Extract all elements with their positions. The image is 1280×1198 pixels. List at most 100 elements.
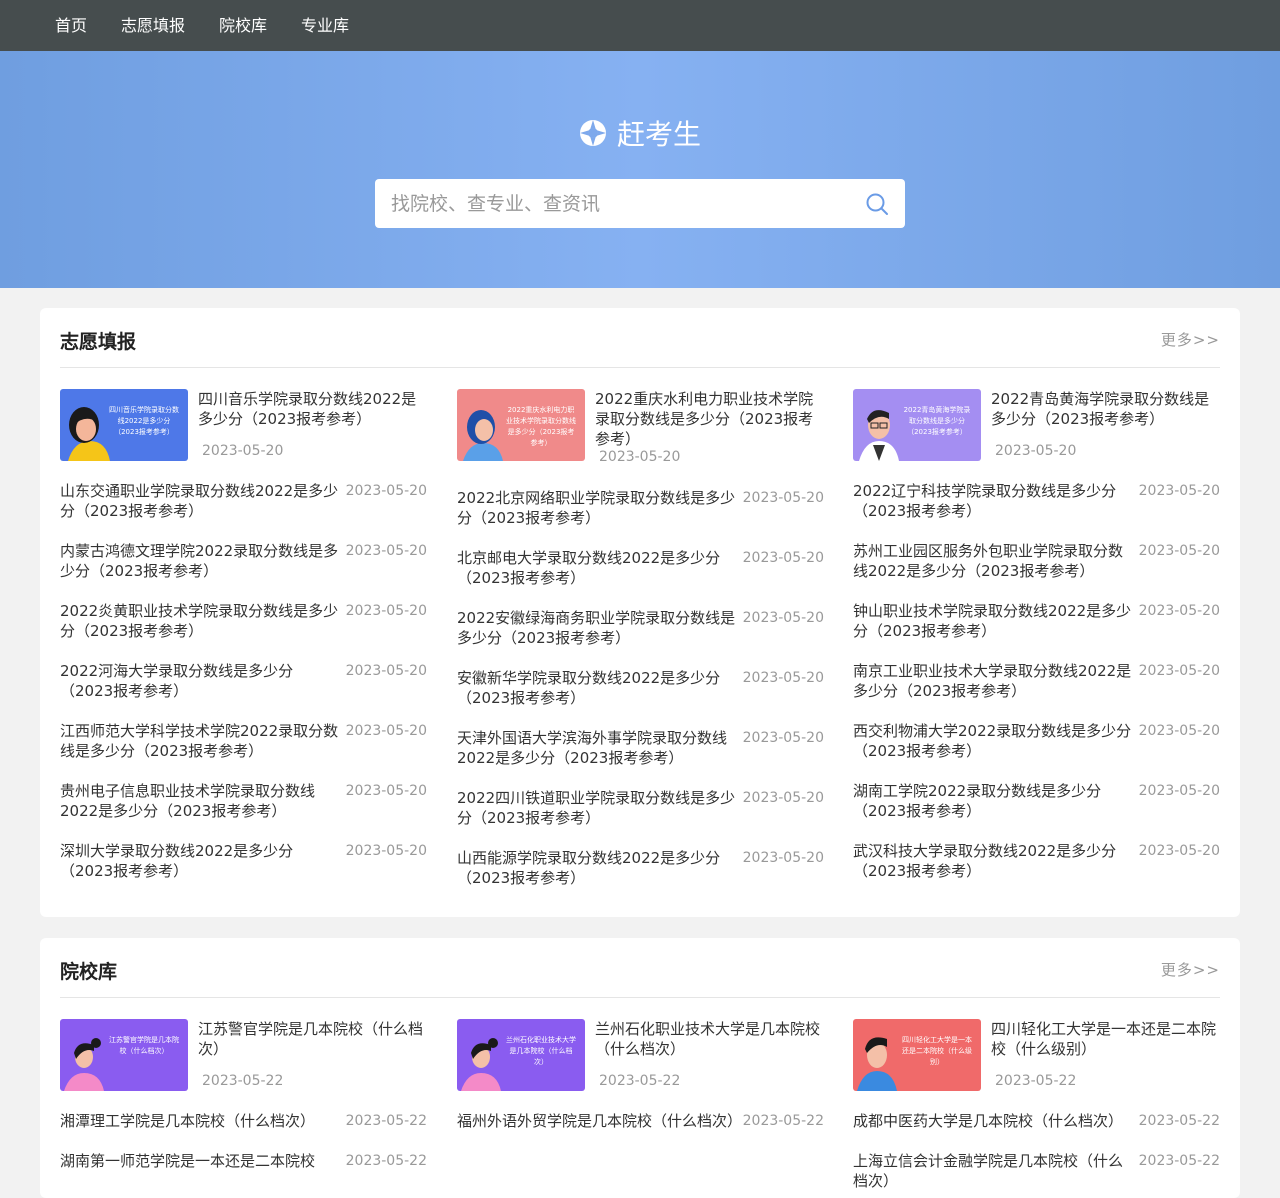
list-item-title[interactable]: 武汉科技大学录取分数线2022是多少分（2023报考参考） bbox=[853, 841, 1133, 881]
list-item[interactable]: 安徽新华学院录取分数线2022是多少分（2023报考参考） 2023-05-20 bbox=[457, 668, 824, 708]
list-item-title[interactable]: 2022辽宁科技学院录取分数线是多少分（2023报考参考） bbox=[853, 481, 1133, 521]
list-item[interactable]: 2022炎黄职业技术学院录取分数线是多少分（2023报考参考） 2023-05-2… bbox=[60, 601, 427, 641]
article-title[interactable]: 江苏警官学院是几本院校（什么档次） bbox=[198, 1019, 427, 1059]
list-item[interactable]: 西交利物浦大学2022录取分数线是多少分（2023报考参考） 2023-05-20 bbox=[853, 721, 1220, 761]
list-item[interactable]: 2022四川铁道职业学院录取分数线是多少分（2023报考参考） 2023-05-2… bbox=[457, 788, 824, 828]
list-item-date: 2023-05-20 bbox=[1138, 843, 1220, 859]
article-thumbnail[interactable]: 江苏警官学院是几本院校（什么档次） bbox=[60, 1019, 188, 1091]
list-item[interactable]: 武汉科技大学录取分数线2022是多少分（2023报考参考） 2023-05-20 bbox=[853, 841, 1220, 881]
list-item-title[interactable]: 深圳大学录取分数线2022是多少分（2023报考参考） bbox=[60, 841, 340, 881]
article-thumbnail[interactable]: 四川轻化工大学是一本还是二本院校（什么级别） bbox=[853, 1019, 981, 1091]
list-item[interactable]: 2022辽宁科技学院录取分数线是多少分（2023报考参考） 2023-05-20 bbox=[853, 481, 1220, 521]
featured-article[interactable]: 四川音乐学院录取分数线2022是多少分（2023报考参考） 四川音乐学院录取分数… bbox=[60, 389, 427, 461]
list-item-title[interactable]: 安徽新华学院录取分数线2022是多少分（2023报考参考） bbox=[457, 668, 737, 708]
featured-article[interactable]: 四川轻化工大学是一本还是二本院校（什么级别） 四川轻化工大学是一本还是二本院校（… bbox=[853, 1019, 1220, 1091]
list-item[interactable]: 山东交通职业学院录取分数线2022是多少分（2023报考参考） 2023-05-2… bbox=[60, 481, 427, 521]
featured-article[interactable]: 2022青岛黄海学院录取分数线是多少分（2023报考参考） 2022青岛黄海学院… bbox=[853, 389, 1220, 461]
list-item[interactable]: 2022安徽绿海商务职业学院录取分数线是多少分（2023报考参考） 2023-05… bbox=[457, 608, 824, 648]
list-item-title[interactable]: 2022四川铁道职业学院录取分数线是多少分（2023报考参考） bbox=[457, 788, 737, 828]
list-item[interactable]: 上海立信会计金融学院是几本院校（什么档次） 2023-05-22 bbox=[853, 1151, 1220, 1191]
list-item-title[interactable]: 山西能源学院录取分数线2022是多少分（2023报考参考） bbox=[457, 848, 737, 888]
list-item[interactable]: 2022河海大学录取分数线是多少分（2023报考参考） 2023-05-20 bbox=[60, 661, 427, 701]
list-item-date: 2023-05-22 bbox=[742, 1113, 824, 1129]
list-item[interactable]: 山西能源学院录取分数线2022是多少分（2023报考参考） 2023-05-20 bbox=[457, 848, 824, 888]
list-item-title[interactable]: 湘潭理工学院是几本院校（什么档次） bbox=[60, 1111, 340, 1131]
list-item-title[interactable]: 湖南第一师范学院是一本还是二本院校 bbox=[60, 1151, 340, 1171]
list-item-title[interactable]: 天津外国语大学滨海外事学院录取分数线2022是多少分（2023报考参考） bbox=[457, 728, 737, 768]
list-item-title[interactable]: 山东交通职业学院录取分数线2022是多少分（2023报考参考） bbox=[60, 481, 340, 521]
list-item-title[interactable]: 湖南工学院2022录取分数线是多少分（2023报考参考） bbox=[853, 781, 1133, 821]
list-item[interactable]: 钟山职业技术学院录取分数线2022是多少分（2023报考参考） 2023-05-2… bbox=[853, 601, 1220, 641]
featured-article[interactable]: 2022重庆水利电力职业技术学院录取分数线是多少分（2023报考参考） 2022… bbox=[457, 389, 824, 465]
list-item-title[interactable]: 2022安徽绿海商务职业学院录取分数线是多少分（2023报考参考） bbox=[457, 608, 737, 648]
article-title[interactable]: 2022青岛黄海学院录取分数线是多少分（2023报考参考） bbox=[991, 389, 1220, 429]
featured-article[interactable]: 兰州石化职业技术大学是几本院校（什么档次） 兰州石化职业技术大学是几本院校（什么… bbox=[457, 1019, 824, 1091]
list-item[interactable]: 湖南工学院2022录取分数线是多少分（2023报考参考） 2023-05-20 bbox=[853, 781, 1220, 821]
article-thumbnail[interactable]: 四川音乐学院录取分数线2022是多少分（2023报考参考） bbox=[60, 389, 188, 461]
list-item-date: 2023-05-20 bbox=[345, 543, 427, 559]
list-item-title[interactable]: 上海立信会计金融学院是几本院校（什么档次） bbox=[853, 1151, 1133, 1191]
article-title[interactable]: 四川音乐学院录取分数线2022是多少分（2023报考参考） bbox=[198, 389, 427, 429]
list-item[interactable]: 2022北京网络职业学院录取分数线是多少分（2023报考参考） 2023-05-2… bbox=[457, 488, 824, 528]
article-date: 2023-05-20 bbox=[202, 443, 284, 459]
list-item[interactable]: 深圳大学录取分数线2022是多少分（2023报考参考） 2023-05-20 bbox=[60, 841, 427, 881]
list-item-date: 2023-05-20 bbox=[742, 730, 824, 746]
article-thumbnail[interactable]: 2022重庆水利电力职业技术学院录取分数线是多少分（2023报考参考） bbox=[457, 389, 585, 461]
list-item-date: 2023-05-20 bbox=[345, 483, 427, 499]
list-item-date: 2023-05-20 bbox=[742, 550, 824, 566]
list-item-title[interactable]: 内蒙古鸿德文理学院2022录取分数线是多少分（2023报考参考） bbox=[60, 541, 340, 581]
list-item-title[interactable]: 成都中医药大学是几本院校（什么档次） bbox=[853, 1111, 1133, 1131]
list-item-date: 2023-05-20 bbox=[1138, 723, 1220, 739]
list-item-date: 2023-05-20 bbox=[742, 790, 824, 806]
featured-article[interactable]: 江苏警官学院是几本院校（什么档次） 江苏警官学院是几本院校（什么档次） 2023… bbox=[60, 1019, 427, 1091]
article-title[interactable]: 四川轻化工大学是一本还是二本院校（什么级别） bbox=[991, 1019, 1220, 1059]
list-item[interactable]: 北京邮电大学录取分数线2022是多少分（2023报考参考） 2023-05-20 bbox=[457, 548, 824, 588]
list-item[interactable]: 南京工业职业技术大学录取分数线2022是多少分（2023报考参考） 2023-05… bbox=[853, 661, 1220, 701]
list-item-title[interactable]: 苏州工业园区服务外包职业学院录取分数线2022是多少分（2023报考参考） bbox=[853, 541, 1133, 581]
section-header: 志愿填报 更多>> bbox=[60, 308, 1220, 368]
list-item[interactable]: 江西师范大学科学技术学院2022录取分数线是多少分（2023报考参考） 2023-… bbox=[60, 721, 427, 761]
list-item[interactable]: 贵州电子信息职业技术学院录取分数线2022是多少分（2023报考参考） 2023-… bbox=[60, 781, 427, 821]
list-item[interactable]: 福州外语外贸学院是几本院校（什么档次） 2023-05-22 bbox=[457, 1111, 824, 1131]
list-item[interactable]: 内蒙古鸿德文理学院2022录取分数线是多少分（2023报考参考） 2023-05-… bbox=[60, 541, 427, 581]
list-item-date: 2023-05-20 bbox=[742, 670, 824, 686]
thumbnail-caption: 兰州石化职业技术大学是几本院校（什么档次） bbox=[506, 1036, 576, 1066]
list-item-title[interactable]: 南京工业职业技术大学录取分数线2022是多少分（2023报考参考） bbox=[853, 661, 1133, 701]
list-item[interactable]: 湘潭理工学院是几本院校（什么档次） 2023-05-22 bbox=[60, 1111, 427, 1131]
nav-home[interactable]: 首页 bbox=[38, 0, 104, 51]
article-title[interactable]: 2022重庆水利电力职业技术学院录取分数线是多少分（2023报考参考） bbox=[595, 389, 824, 449]
list-item-title[interactable]: 江西师范大学科学技术学院2022录取分数线是多少分（2023报考参考） bbox=[60, 721, 340, 761]
list-item-title[interactable]: 西交利物浦大学2022录取分数线是多少分（2023报考参考） bbox=[853, 721, 1133, 761]
article-date: 2023-05-20 bbox=[995, 443, 1077, 459]
brand[interactable]: 赶考生 bbox=[0, 113, 1280, 153]
list-item-date: 2023-05-20 bbox=[1138, 603, 1220, 619]
list-item[interactable]: 苏州工业园区服务外包职业学院录取分数线2022是多少分（2023报考参考） 202… bbox=[853, 541, 1220, 581]
list-item-title[interactable]: 北京邮电大学录取分数线2022是多少分（2023报考参考） bbox=[457, 548, 737, 588]
list-item-date: 2023-05-22 bbox=[345, 1113, 427, 1129]
article-date: 2023-05-20 bbox=[599, 449, 681, 465]
list-item-title[interactable]: 福州外语外贸学院是几本院校（什么档次） bbox=[457, 1111, 742, 1131]
list-item-title[interactable]: 钟山职业技术学院录取分数线2022是多少分（2023报考参考） bbox=[853, 601, 1133, 641]
search-icon[interactable] bbox=[865, 192, 889, 216]
list-item-title[interactable]: 2022北京网络职业学院录取分数线是多少分（2023报考参考） bbox=[457, 488, 737, 528]
list-item[interactable]: 成都中医药大学是几本院校（什么档次） 2023-05-22 bbox=[853, 1111, 1220, 1131]
article-date: 2023-05-22 bbox=[202, 1073, 284, 1089]
more-link[interactable]: 更多>> bbox=[1161, 955, 1220, 980]
search-input[interactable] bbox=[391, 192, 865, 215]
list-item[interactable]: 天津外国语大学滨海外事学院录取分数线2022是多少分（2023报考参考） 2023… bbox=[457, 728, 824, 768]
compass-logo-icon bbox=[579, 120, 606, 146]
list-item-title[interactable]: 2022炎黄职业技术学院录取分数线是多少分（2023报考参考） bbox=[60, 601, 340, 641]
nav-volunteer[interactable]: 志愿填报 bbox=[104, 0, 202, 51]
hero-banner: 赶考生 bbox=[0, 51, 1280, 288]
list-item-title[interactable]: 2022河海大学录取分数线是多少分（2023报考参考） bbox=[60, 661, 340, 701]
list-item-title[interactable]: 贵州电子信息职业技术学院录取分数线2022是多少分（2023报考参考） bbox=[60, 781, 340, 821]
list-item-date: 2023-05-20 bbox=[345, 783, 427, 799]
brand-name: 赶考生 bbox=[616, 118, 701, 151]
article-thumbnail[interactable]: 兰州石化职业技术大学是几本院校（什么档次） bbox=[457, 1019, 585, 1091]
more-link[interactable]: 更多>> bbox=[1161, 325, 1220, 350]
nav-majors[interactable]: 专业库 bbox=[284, 0, 366, 51]
article-title[interactable]: 兰州石化职业技术大学是几本院校（什么档次） bbox=[595, 1019, 824, 1059]
list-item[interactable]: 湖南第一师范学院是一本还是二本院校 2023-05-22 bbox=[60, 1151, 427, 1171]
article-thumbnail[interactable]: 2022青岛黄海学院录取分数线是多少分（2023报考参考） bbox=[853, 389, 981, 461]
nav-colleges[interactable]: 院校库 bbox=[202, 0, 284, 51]
